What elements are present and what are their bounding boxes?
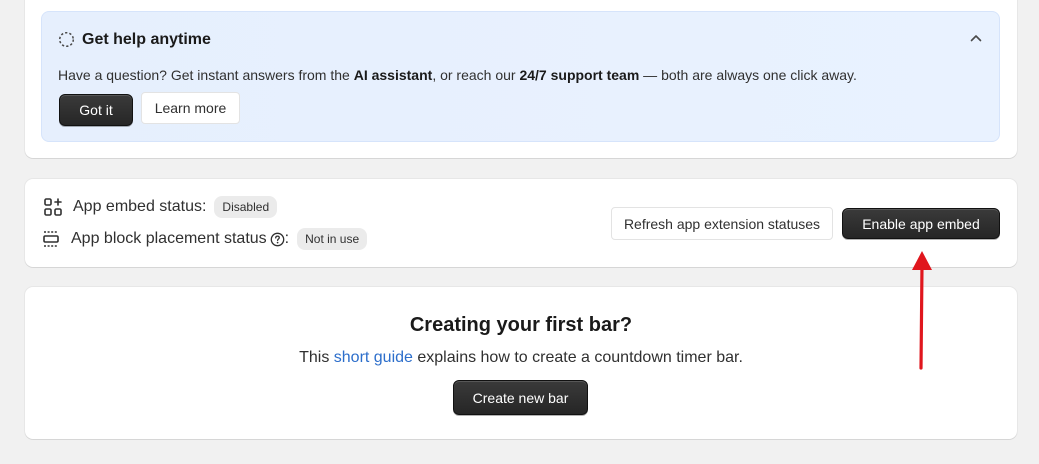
app-block-status-label: App block placement status <box>71 230 267 247</box>
refresh-statuses-button[interactable]: Refresh app extension statuses <box>611 207 833 240</box>
enable-app-embed-button[interactable]: Enable app embed <box>842 208 1000 239</box>
question-circle-icon[interactable] <box>270 232 285 247</box>
banner-title: Get help anytime <box>82 31 211 48</box>
short-guide-link[interactable]: short guide <box>334 349 413 366</box>
app-embed-status-row: App embed status: Disabled <box>43 195 278 219</box>
app-block-status-colon: : <box>284 230 290 247</box>
description-text-part: explains how to create a countdown timer… <box>412 349 743 366</box>
app-embed-status-badge: Disabled <box>214 196 278 218</box>
app-embed-status-label: App embed status: <box>73 198 207 215</box>
first-bar-title: Creating your first bar? <box>409 314 633 336</box>
red-arrow-annotation <box>912 251 932 370</box>
apps-add-icon <box>44 198 62 216</box>
chevron-up-icon[interactable] <box>969 31 983 45</box>
support-team-text: 24/7 support team <box>519 67 640 83</box>
app-block-status-row: App block placement status : Not in use <box>41 227 368 251</box>
help-banner: Get help anytime Have a question? Get in… <box>41 11 1000 142</box>
banner-text-part: , or reach our <box>432 67 520 83</box>
banner-description: Have a question? Get instant answers fro… <box>58 67 857 83</box>
description-text-part: This <box>299 349 334 366</box>
first-bar-description: This short guide explains how to create … <box>25 349 1017 367</box>
ai-assistant-text: AI assistant <box>353 67 433 83</box>
banner-text-part: — both are always one click away. <box>639 67 857 83</box>
app-status-card: App embed status: Disabled App block pla… <box>25 179 1017 267</box>
create-new-bar-button[interactable]: Create new bar <box>453 380 588 415</box>
dashed-circle-icon <box>58 31 75 48</box>
banner-text-part: Have a question? Get instant answers fro… <box>58 67 354 83</box>
learn-more-button[interactable]: Learn more <box>141 92 240 124</box>
layout-block-icon <box>43 231 59 247</box>
first-bar-card: Creating your first bar? This short guid… <box>25 287 1017 439</box>
app-block-status-badge: Not in use <box>297 228 368 250</box>
got-it-button[interactable]: Got it <box>59 94 133 126</box>
